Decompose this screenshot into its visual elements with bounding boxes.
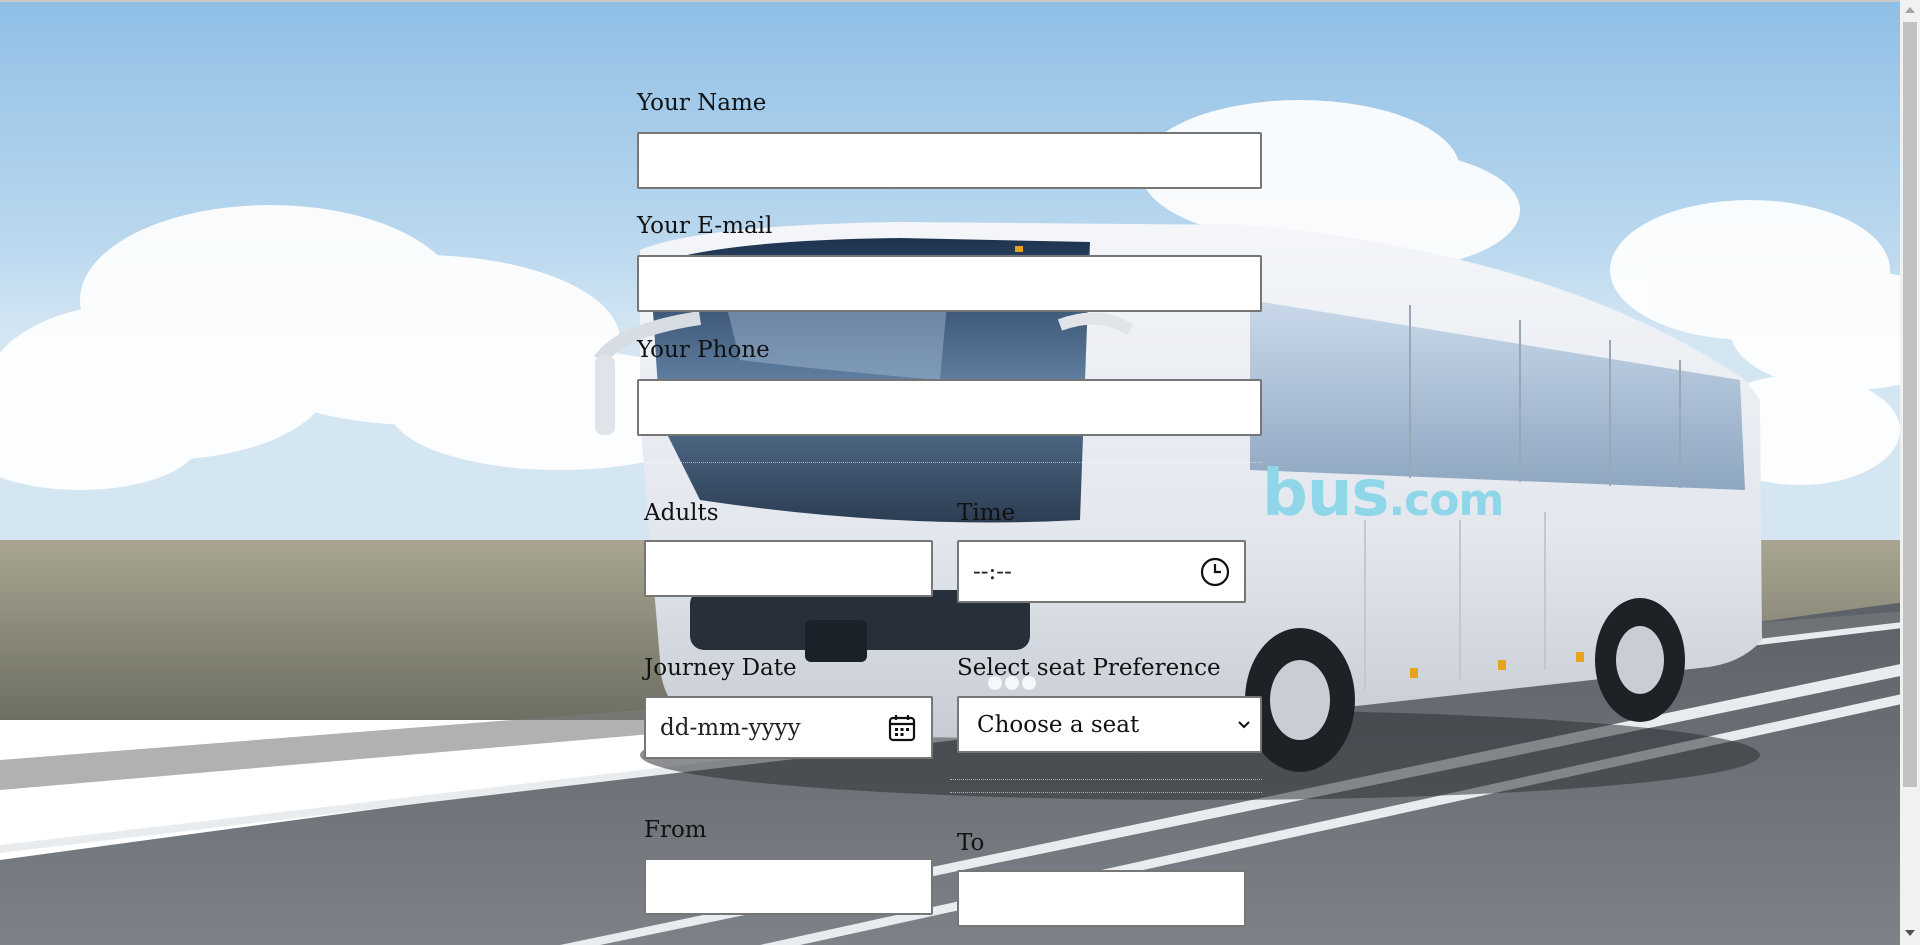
journey-date-input[interactable]: dd-mm-yyyy xyxy=(644,696,933,759)
time-input[interactable]: --:-- xyxy=(957,540,1246,603)
name-input[interactable] xyxy=(637,132,1262,189)
from-label: From xyxy=(644,817,707,843)
journey-date-placeholder: dd-mm-yyyy xyxy=(660,714,801,741)
page-scrollbar[interactable] xyxy=(1900,0,1920,945)
time-label: Time xyxy=(957,500,1016,526)
scrollbar-thumb[interactable] xyxy=(1903,22,1917,787)
journey-date-label: Journey Date xyxy=(644,655,797,681)
seat-preference-select[interactable]: Choose a seat xyxy=(957,696,1262,753)
browser-top-border xyxy=(0,0,1900,2)
email-input[interactable] xyxy=(637,255,1262,312)
from-input[interactable] xyxy=(644,858,933,915)
email-label: Your E-mail xyxy=(637,213,773,239)
phone-input[interactable] xyxy=(637,379,1262,436)
name-label: Your Name xyxy=(637,90,767,116)
seat-preference-label: Select seat Preference xyxy=(957,655,1221,681)
seat-divider-1 xyxy=(950,779,1262,780)
to-input[interactable] xyxy=(957,870,1246,927)
adults-input[interactable] xyxy=(644,540,933,597)
time-placeholder: --:-- xyxy=(973,558,1012,585)
phone-label: Your Phone xyxy=(637,337,770,363)
calendar-icon[interactable] xyxy=(887,713,917,743)
section-divider xyxy=(637,462,1262,463)
chevron-down-icon xyxy=(1236,712,1252,738)
seat-preference-value: Choose a seat xyxy=(977,711,1140,738)
clock-icon[interactable] xyxy=(1200,557,1230,587)
adults-label: Adults xyxy=(644,500,719,526)
seat-divider-2 xyxy=(950,792,1262,793)
bus-com-logo: bus.com xyxy=(1262,457,1504,531)
scroll-up-arrow-icon[interactable] xyxy=(1905,7,1915,13)
bus-booking-page: bus.com Your Name Your E-mail Your Phone… xyxy=(0,0,1920,945)
scroll-down-arrow-icon[interactable] xyxy=(1905,930,1915,936)
to-label: To xyxy=(957,830,985,856)
